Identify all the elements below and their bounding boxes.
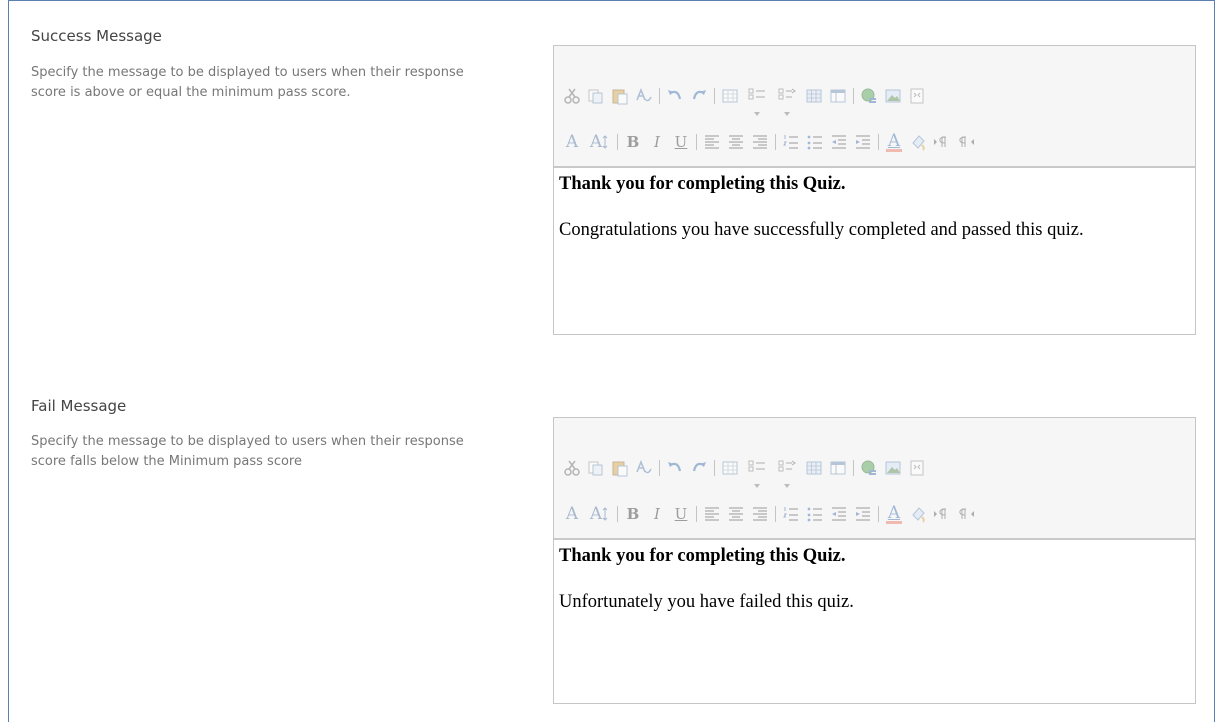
fail-message-editor[interactable]: A A B I U A Thank you for completing thi… (553, 417, 1196, 704)
redo-icon[interactable] (687, 84, 711, 108)
rtl-icon[interactable] (954, 130, 978, 154)
message-body: Congratulations you have successfully co… (559, 220, 1084, 240)
align-center-icon[interactable] (724, 130, 748, 154)
ltr-icon[interactable] (930, 130, 954, 154)
message-body: Unfortunately you have failed this quiz. (559, 592, 854, 612)
html-source-icon[interactable] (905, 84, 929, 108)
italic-icon[interactable]: I (645, 502, 669, 526)
copy-icon[interactable] (584, 456, 608, 480)
toolbar-row-1 (560, 454, 929, 488)
editor-toolbar: A A B I U A (554, 418, 1195, 540)
redo-icon[interactable] (687, 456, 711, 480)
insert-table-icon[interactable] (718, 456, 742, 480)
insert-list-right-icon[interactable] (772, 456, 802, 488)
align-left-icon[interactable] (700, 502, 724, 526)
settings-panel: Success Message Specify the message to b… (8, 0, 1215, 722)
toolbar-row-1 (560, 82, 929, 116)
undo-icon[interactable] (663, 84, 687, 108)
insert-link-icon[interactable] (857, 456, 881, 480)
editor-toolbar: A A B I U A (554, 46, 1195, 168)
spellcheck-icon[interactable] (632, 456, 656, 480)
success-message-description: Specify the message to be displayed to u… (31, 65, 464, 100)
insert-image-icon[interactable] (881, 456, 905, 480)
insert-list-left-icon[interactable] (742, 84, 772, 116)
table-grid-icon[interactable] (802, 456, 826, 480)
align-right-icon[interactable] (748, 130, 772, 154)
highlight-color-icon[interactable] (906, 130, 930, 154)
paste-icon[interactable] (608, 456, 632, 480)
italic-icon[interactable]: I (645, 130, 669, 154)
spellcheck-icon[interactable] (632, 84, 656, 108)
align-left-icon[interactable] (700, 130, 724, 154)
fail-message-title: Fail Message (31, 397, 127, 415)
text-color-icon[interactable]: A (882, 502, 906, 526)
table-grid-icon[interactable] (802, 84, 826, 108)
fail-message-description: Specify the message to be displayed to u… (31, 434, 464, 469)
table-properties-icon[interactable] (826, 456, 850, 480)
copy-icon[interactable] (584, 84, 608, 108)
underline-icon[interactable]: U (669, 130, 693, 154)
increase-indent-icon[interactable] (851, 130, 875, 154)
bulleted-list-icon[interactable] (803, 130, 827, 154)
numbered-list-icon[interactable] (779, 502, 803, 526)
decrease-indent-icon[interactable] (827, 502, 851, 526)
font-icon[interactable]: A (560, 502, 584, 526)
increase-indent-icon[interactable] (851, 502, 875, 526)
cut-icon[interactable] (560, 456, 584, 480)
insert-table-icon[interactable] (718, 84, 742, 108)
cut-icon[interactable] (560, 84, 584, 108)
insert-list-left-icon[interactable] (742, 456, 772, 488)
font-size-icon[interactable]: A (584, 502, 614, 526)
success-message-title: Success Message (31, 27, 162, 45)
ltr-icon[interactable] (930, 502, 954, 526)
editor-content[interactable]: Thank you for completing this Quiz. Cong… (554, 168, 1195, 246)
undo-icon[interactable] (663, 456, 687, 480)
message-heading: Thank you for completing this Quiz. (559, 546, 846, 566)
decrease-indent-icon[interactable] (827, 130, 851, 154)
toolbar-row-2: A A B I U A (560, 500, 978, 528)
align-right-icon[interactable] (748, 502, 772, 526)
font-icon[interactable]: A (560, 130, 584, 154)
rtl-icon[interactable] (954, 502, 978, 526)
underline-icon[interactable]: U (669, 502, 693, 526)
success-message-editor[interactable]: A A B I U A Thank you for completing thi… (553, 45, 1196, 335)
font-size-icon[interactable]: A (584, 130, 614, 154)
bold-icon[interactable]: B (621, 130, 645, 154)
text-color-icon[interactable]: A (882, 130, 906, 154)
table-properties-icon[interactable] (826, 84, 850, 108)
numbered-list-icon[interactable] (779, 130, 803, 154)
editor-content[interactable]: Thank you for completing this Quiz. Unfo… (554, 540, 1195, 618)
insert-image-icon[interactable] (881, 84, 905, 108)
html-source-icon[interactable] (905, 456, 929, 480)
toolbar-row-2: A A B I U A (560, 128, 978, 156)
bold-icon[interactable]: B (621, 502, 645, 526)
bulleted-list-icon[interactable] (803, 502, 827, 526)
align-center-icon[interactable] (724, 502, 748, 526)
insert-link-icon[interactable] (857, 84, 881, 108)
insert-list-right-icon[interactable] (772, 84, 802, 116)
highlight-color-icon[interactable] (906, 502, 930, 526)
message-heading: Thank you for completing this Quiz. (559, 174, 846, 194)
paste-icon[interactable] (608, 84, 632, 108)
